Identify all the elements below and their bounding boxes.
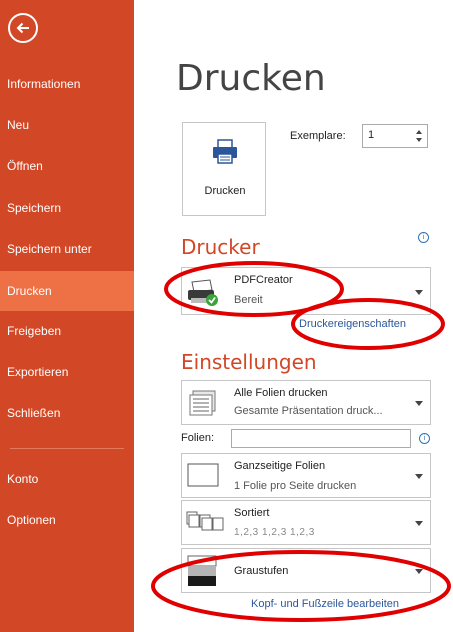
collate-sub: 1,2,3 1,2,3 1,2,3 — [234, 527, 315, 538]
print-range-sub: Gesamte Präsentation druck... — [234, 405, 383, 417]
chevron-down-icon — [415, 290, 423, 295]
print-button[interactable]: Drucken — [182, 122, 266, 216]
nav-item-schliessen[interactable]: Schließen — [0, 393, 134, 433]
nav-item-optionen[interactable]: Optionen — [0, 500, 134, 540]
collated-icon — [186, 511, 224, 531]
layout-sub: 1 Folie pro Seite drucken — [234, 480, 357, 492]
collate-title: Sortiert — [234, 507, 270, 519]
print-range-select[interactable]: Alle Folien drucken Gesamte Präsentation… — [181, 380, 431, 425]
layout-title: Ganzseitige Folien — [234, 460, 326, 472]
copies-value: 1 — [368, 129, 375, 141]
back-button[interactable] — [8, 13, 38, 43]
printer-select[interactable]: PDFCreator Bereit — [181, 267, 431, 315]
full-page-slide-icon — [187, 463, 219, 487]
header-footer-link[interactable]: Kopf- und Fußzeile bearbeiten — [251, 598, 399, 610]
copies-stepper[interactable]: 1 — [362, 124, 428, 148]
back-arrow-icon — [16, 22, 29, 34]
nav-item-konto[interactable]: Konto — [0, 459, 134, 499]
printer-icon — [213, 139, 237, 164]
printer-device-icon — [188, 279, 218, 306]
nav-item-speichern-unter[interactable]: Speichern unter — [0, 229, 134, 269]
printer-status: Bereit — [234, 294, 263, 306]
collate-select[interactable]: Sortiert 1,2,3 1,2,3 1,2,3 — [181, 500, 431, 545]
grayscale-icon — [187, 555, 217, 586]
layout-select[interactable]: Ganzseitige Folien 1 Folie pro Seite dru… — [181, 453, 431, 498]
sidebar-divider — [10, 448, 124, 449]
printer-properties-link[interactable]: Druckereigenschaften — [299, 318, 406, 330]
chevron-down-icon — [415, 401, 423, 406]
backstage-sidebar: Informationen Neu Öffnen Speichern Speic… — [0, 0, 134, 632]
spinner-arrows-icon[interactable] — [414, 126, 424, 146]
print-range-title: Alle Folien drucken — [234, 387, 328, 399]
nav-item-freigeben[interactable]: Freigeben — [0, 311, 134, 351]
nav-item-informationen[interactable]: Informationen — [0, 64, 134, 104]
printer-heading: Drucker — [181, 235, 260, 259]
color-title: Graustufen — [234, 565, 289, 577]
nav-item-oeffnen[interactable]: Öffnen — [0, 146, 134, 186]
slides-label: Folien: — [181, 432, 215, 444]
page-title: Drucken — [176, 58, 326, 99]
nav-item-neu[interactable]: Neu — [0, 105, 134, 145]
chevron-down-icon — [415, 569, 423, 574]
copies-label: Exemplare: — [290, 130, 346, 142]
info-icon[interactable]: i — [419, 433, 430, 444]
print-button-label: Drucken — [204, 185, 246, 197]
settings-heading: Einstellungen — [181, 350, 317, 374]
slides-input[interactable] — [231, 429, 411, 448]
nav-item-exportieren[interactable]: Exportieren — [0, 352, 134, 392]
printer-name: PDFCreator — [234, 274, 293, 286]
info-icon[interactable]: i — [418, 232, 429, 243]
chevron-down-icon — [415, 521, 423, 526]
all-slides-icon — [189, 390, 216, 416]
nav-item-speichern[interactable]: Speichern — [0, 188, 134, 228]
chevron-down-icon — [415, 474, 423, 479]
color-select[interactable]: Graustufen — [181, 548, 431, 593]
nav-item-drucken[interactable]: Drucken — [0, 271, 134, 311]
